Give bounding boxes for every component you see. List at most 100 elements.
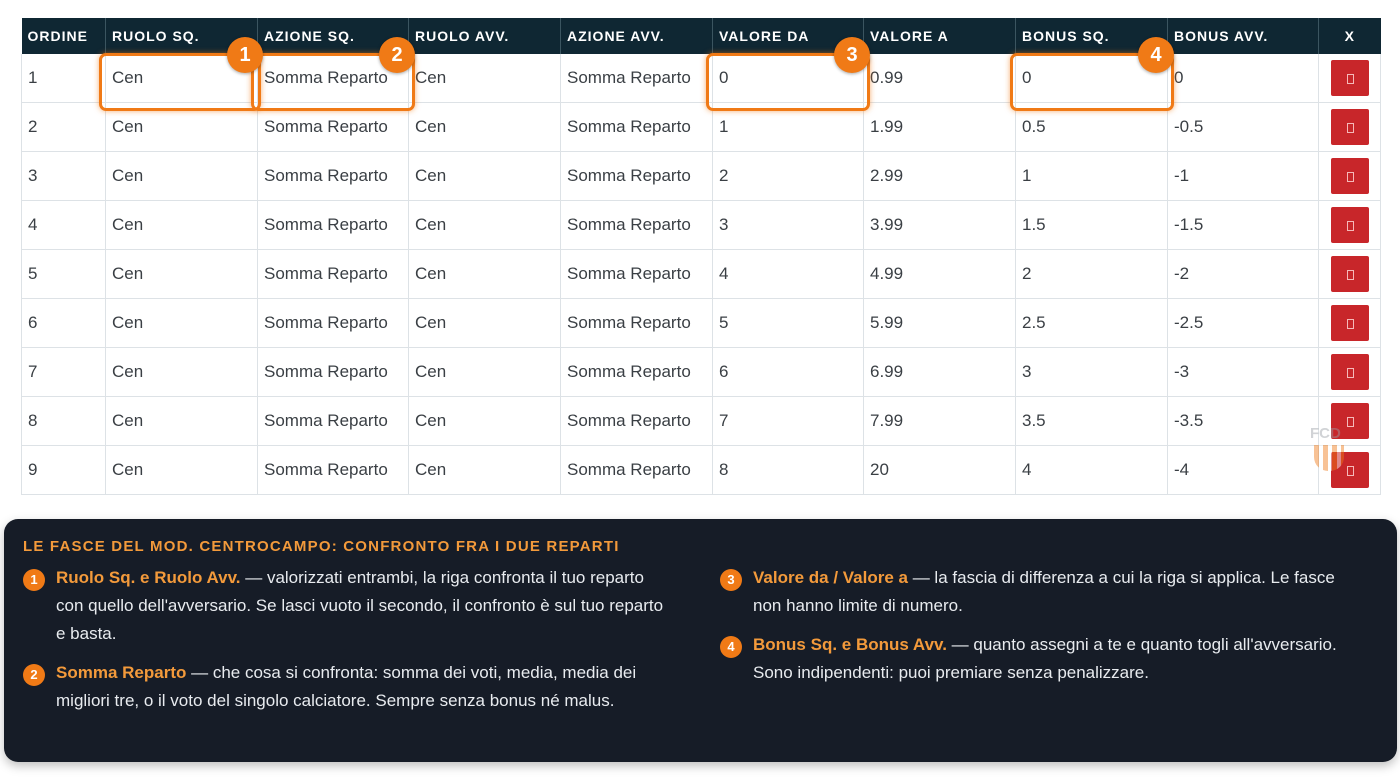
cell-bonus-sq: 2.5: [1015, 298, 1168, 348]
cell-ruolo-avv: Cen: [408, 151, 561, 201]
table-row: 5 Cen Somma Reparto Cen Somma Reparto 4 4.99 2-…: [21, 249, 1381, 299]
cell-valore-da: 3: [712, 200, 864, 250]
cell-valore-a: 1.99: [863, 102, 1016, 152]
cell-ruolo-avv: Cen: [408, 54, 561, 103]
cell-ruolo-sq: Cen: [105, 102, 258, 152]
cell-ordine: 7: [21, 347, 106, 397]
cell-ruolo-sq: Cen: [105, 347, 258, 397]
cell-bonus-sq: 3: [1015, 347, 1168, 397]
cell-ruolo-sq: Cen: [105, 445, 258, 495]
cell-valore-da: 7: [712, 396, 864, 446]
cell-valore-a: 4.99: [863, 249, 1016, 299]
header-azione-avv: AZIONE AVV.: [560, 18, 713, 54]
cell-delete: [1318, 200, 1381, 250]
cell-delete: [1318, 151, 1381, 201]
cell-delete: [1318, 249, 1381, 299]
cell-valore-da: 4: [712, 249, 864, 299]
legend-number-3: 3: [720, 569, 742, 591]
cell-azione-avv: Somma Reparto: [560, 200, 713, 250]
callout-marker-2: 2: [379, 37, 415, 73]
cell-bonus-sq: 2: [1015, 249, 1168, 299]
cell-ruolo-sq: Cen: [105, 396, 258, 446]
callout-marker-3: 3: [834, 37, 870, 73]
cell-delete: [1318, 347, 1381, 397]
header-valore-a: VALORE A: [863, 18, 1016, 54]
cell-azione-sq: Somma Reparto: [257, 445, 409, 495]
delete-row-button[interactable]: [1330, 305, 1369, 341]
legend-note-1: 1 Ruolo Sq. e Ruolo Avv. — valorizzati e…: [23, 564, 676, 648]
cell-ruolo-avv: Cen: [408, 347, 561, 397]
legend-number-4: 4: [720, 636, 742, 658]
delete-row-button[interactable]: [1330, 354, 1369, 390]
delete-row-button[interactable]: [1330, 207, 1369, 243]
watermark-text: FCD: [1310, 425, 1341, 442]
cell-azione-avv: Somma Reparto: [560, 396, 713, 446]
cell-bonus-sq: 1.5: [1015, 200, 1168, 250]
cell-bonus-avv: -2.5: [1167, 298, 1319, 348]
delete-row-button[interactable]: [1330, 109, 1369, 145]
cell-bonus-avv: -3.5: [1167, 396, 1319, 446]
cell-valore-a: 0.99: [863, 54, 1016, 103]
table-row: 8 Cen Somma Reparto Cen Somma Reparto 7 7.99 3.…: [21, 396, 1381, 446]
legend-key-4: Bonus Sq. e Bonus Avv.: [753, 635, 947, 654]
cell-azione-avv: Somma Reparto: [560, 151, 713, 201]
cell-valore-da: 8: [712, 445, 864, 495]
watermark-shield-icon: [1314, 445, 1344, 471]
trash-icon: [1346, 221, 1354, 231]
cell-azione-sq: Somma Reparto: [257, 151, 409, 201]
cell-ruolo-sq: Cen: [105, 151, 258, 201]
cell-valore-da: 5: [712, 298, 864, 348]
table-row: 2 Cen Somma Reparto Cen Somma Reparto 1 1.99 0.…: [21, 102, 1381, 152]
cell-bonus-sq: 4: [1015, 445, 1168, 495]
cell-azione-avv: Somma Reparto: [560, 347, 713, 397]
callout-marker-1: 1: [227, 37, 263, 73]
cell-delete: [1318, 54, 1381, 103]
cell-azione-sq: Somma Reparto: [257, 347, 409, 397]
trash-icon: [1346, 123, 1354, 133]
cell-ruolo-avv: Cen: [408, 298, 561, 348]
cell-ruolo-sq: Cen: [105, 298, 258, 348]
cell-bonus-avv: -0.5: [1167, 102, 1319, 152]
trash-icon: [1346, 368, 1354, 378]
cell-azione-avv: Somma Reparto: [560, 249, 713, 299]
cell-valore-da: 2: [712, 151, 864, 201]
cell-bonus-sq: 3.5: [1015, 396, 1168, 446]
header-delete: X: [1318, 18, 1381, 54]
cell-delete: [1318, 298, 1381, 348]
cell-ordine: 6: [21, 298, 106, 348]
legend-key-1: Ruolo Sq. e Ruolo Avv.: [56, 568, 241, 587]
cell-ordine: 1: [21, 54, 106, 103]
legend-note-3: 3 Valore da / Valore a — la fascia di di…: [720, 564, 1353, 620]
table-header-row: ORDINE RUOLO SQ. AZIONE SQ. RUOLO AVV. A…: [21, 18, 1381, 54]
cell-azione-avv: Somma Reparto: [560, 298, 713, 348]
cell-azione-sq: Somma Reparto: [257, 102, 409, 152]
table-row: 7 Cen Somma Reparto Cen Somma Reparto 6 6.99 3-…: [21, 347, 1381, 397]
delete-row-button[interactable]: [1330, 256, 1369, 292]
legend-number-1: 1: [23, 569, 45, 591]
delete-row-button[interactable]: [1330, 158, 1369, 194]
header-ordine: ORDINE: [21, 18, 106, 54]
cell-azione-sq: Somma Reparto: [257, 200, 409, 250]
cell-ruolo-sq: Cen: [105, 200, 258, 250]
table-row: 9 Cen Somma Reparto Cen Somma Reparto 8 20 4 -4: [21, 445, 1381, 495]
cell-valore-a: 2.99: [863, 151, 1016, 201]
cell-azione-avv: Somma Reparto: [560, 445, 713, 495]
cell-bonus-avv: 0: [1167, 54, 1319, 103]
header-ruolo-avv: RUOLO AVV.: [408, 18, 561, 54]
cell-valore-a: 5.99: [863, 298, 1016, 348]
cell-valore-da: 1: [712, 102, 864, 152]
table-row: 1 Cen Somma Reparto Cen Somma Reparto 0 0.99 0 0: [21, 54, 1381, 103]
trash-icon: [1346, 74, 1354, 84]
cell-valore-a: 20: [863, 445, 1016, 495]
delete-row-button[interactable]: [1330, 60, 1369, 96]
cell-azione-sq: Somma Reparto: [257, 396, 409, 446]
legend-key-3: Valore da / Valore a: [753, 568, 908, 587]
cell-bonus-avv: -1: [1167, 151, 1319, 201]
callout-marker-4: 4: [1138, 37, 1174, 73]
cell-ordine: 4: [21, 200, 106, 250]
cell-ruolo-sq: Cen: [105, 249, 258, 299]
cell-ruolo-avv: Cen: [408, 200, 561, 250]
table-row: 3 Cen Somma Reparto Cen Somma Reparto 2 2.99 1-…: [21, 151, 1381, 201]
cell-valore-a: 7.99: [863, 396, 1016, 446]
cell-valore-a: 3.99: [863, 200, 1016, 250]
